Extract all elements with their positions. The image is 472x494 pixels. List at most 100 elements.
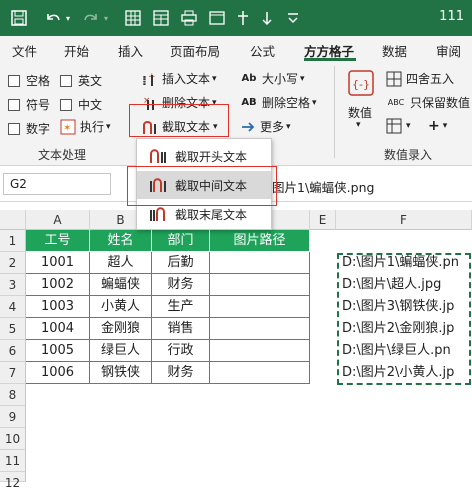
more-button[interactable]: 更多 ▾: [240, 118, 291, 135]
tab-page-layout[interactable]: 页面布局: [170, 41, 220, 60]
table-cell[interactable]: 钢铁侠: [90, 362, 152, 384]
insert-text-button[interactable]: ⁞+ 插入文本▾: [142, 70, 217, 87]
table-cell[interactable]: 蝙蝠侠: [90, 274, 152, 296]
row-header[interactable]: 11: [0, 450, 26, 472]
table-cell[interactable]: [210, 318, 310, 340]
path-cell[interactable]: D:\图片\绿巨人.pn: [338, 340, 471, 362]
table-cell[interactable]: 小黄人: [90, 296, 152, 318]
table-cell[interactable]: 行政: [152, 340, 210, 362]
header-cell[interactable]: 工号: [26, 230, 90, 252]
table-cell[interactable]: 1004: [26, 318, 90, 340]
keep-values-button[interactable]: ABC 只保留数值: [386, 94, 470, 111]
checkbox-box[interactable]: [8, 122, 20, 135]
case-button[interactable]: Ab 大小写 ▾: [240, 70, 305, 87]
numeric-label[interactable]: 数值: [348, 104, 372, 121]
table-cell[interactable]: 1005: [26, 340, 90, 362]
pin-icon[interactable]: [232, 7, 254, 29]
row-header[interactable]: 4: [0, 296, 26, 318]
delete-space-button[interactable]: AB 删除空格 ▾: [240, 94, 316, 111]
table-cell[interactable]: [210, 340, 310, 362]
header-cell[interactable]: 姓名: [90, 230, 152, 252]
tab-home[interactable]: 开始: [64, 41, 89, 60]
tab-file[interactable]: 文件: [12, 41, 37, 60]
name-box[interactable]: G2: [3, 173, 111, 195]
redo-icon[interactable]: [80, 7, 102, 29]
customize-icon[interactable]: [282, 7, 304, 29]
execute-button[interactable]: ✶ 执行 ▾: [60, 118, 111, 135]
ribbon-tabs: 文件 开始 插入 页面布局 公式 方方格子 数据 审阅: [0, 36, 472, 62]
undo-dropdown-icon[interactable]: ▾: [62, 7, 74, 29]
row-header[interactable]: 1: [0, 230, 26, 252]
round-button[interactable]: 四舍五入: [386, 70, 454, 87]
save-icon[interactable]: [8, 7, 30, 29]
row-header[interactable]: 12: [0, 472, 26, 490]
redo-dropdown-icon[interactable]: ▾: [100, 7, 112, 29]
select-all-corner[interactable]: [0, 210, 26, 230]
table-cell[interactable]: 超人: [90, 252, 152, 274]
table-cell[interactable]: 财务: [152, 362, 210, 384]
row-header[interactable]: 8: [0, 384, 26, 406]
add-button[interactable]: + ▾: [428, 118, 447, 134]
checkbox-symbol[interactable]: 符号: [8, 96, 50, 113]
table-cell[interactable]: 生产: [152, 296, 210, 318]
header-cell[interactable]: 图片路径: [210, 230, 310, 252]
checkbox-number[interactable]: 数字: [8, 120, 50, 137]
column-header[interactable]: A: [26, 210, 90, 230]
path-cell[interactable]: D:\图片2\小黄人.jp: [338, 362, 471, 384]
table-cell[interactable]: 1002: [26, 274, 90, 296]
table-cell[interactable]: 金刚狼: [90, 318, 152, 340]
pin-icon[interactable]: [256, 7, 278, 29]
row-header[interactable]: 2: [0, 252, 26, 274]
tab-insert[interactable]: 插入: [118, 41, 143, 60]
table-cell[interactable]: [210, 296, 310, 318]
row-header[interactable]: 3: [0, 274, 26, 296]
formula-input[interactable]: 图片1\蝙蝠侠.png: [272, 177, 374, 196]
round-icon: [386, 71, 402, 87]
checkbox-space[interactable]: 空格: [8, 72, 50, 89]
title-bar: ▾ ▾ 111: [0, 0, 472, 36]
tab-data[interactable]: 数据: [382, 41, 407, 60]
svg-text:{-}: {-}: [352, 78, 370, 91]
checkbox-box[interactable]: [60, 98, 72, 111]
insert-text-label: 插入文本: [162, 72, 211, 86]
checkbox-box[interactable]: [8, 98, 20, 111]
row-header[interactable]: 9: [0, 406, 26, 428]
row-header[interactable]: 5: [0, 318, 26, 340]
delete-space-icon: AB: [241, 97, 257, 108]
table-cell[interactable]: [210, 252, 310, 274]
checkbox-box[interactable]: [8, 74, 20, 87]
path-cell[interactable]: D:\图片3\钢铁侠.jp: [338, 296, 471, 318]
tab-formulas[interactable]: 公式: [250, 41, 275, 60]
table-cell[interactable]: 后勤: [152, 252, 210, 274]
header-cell[interactable]: 部门: [152, 230, 210, 252]
table-cell[interactable]: 绿巨人: [90, 340, 152, 362]
table-cell[interactable]: 财务: [152, 274, 210, 296]
table-cell[interactable]: 1006: [26, 362, 90, 384]
window-icon[interactable]: [206, 7, 228, 29]
table-cell[interactable]: [210, 274, 310, 296]
row-header[interactable]: 10: [0, 428, 26, 450]
grid-icon[interactable]: [122, 7, 144, 29]
cut-text-icon: [150, 207, 165, 221]
row-header[interactable]: 6: [0, 340, 26, 362]
tab-review[interactable]: 审阅: [436, 41, 461, 60]
table-cell[interactable]: 1001: [26, 252, 90, 274]
path-cell[interactable]: D:\图片\超人.jpg: [338, 274, 471, 296]
path-cell[interactable]: D:\图片2\金刚狼.jp: [338, 318, 471, 340]
checkbox-box[interactable]: [60, 74, 72, 87]
print-icon[interactable]: [178, 7, 200, 29]
table-cell[interactable]: [210, 362, 310, 384]
column-header[interactable]: F: [336, 210, 472, 230]
checkbox-english[interactable]: 英文: [60, 72, 102, 89]
table-icon[interactable]: [150, 7, 172, 29]
table-options-button[interactable]: ▾: [386, 118, 411, 134]
column-header[interactable]: E: [310, 210, 336, 230]
checkbox-chinese[interactable]: 中文: [60, 96, 102, 113]
table-cell[interactable]: 销售: [152, 318, 210, 340]
undo-icon[interactable]: [42, 7, 64, 29]
row-header[interactable]: 7: [0, 362, 26, 384]
chevron-down-icon[interactable]: ▾: [356, 120, 361, 130]
table-cell[interactable]: 1003: [26, 296, 90, 318]
highlight-box-cut-text: [129, 104, 229, 137]
path-cell[interactable]: D:\图片1\蝙蝠侠.pn: [338, 252, 471, 274]
